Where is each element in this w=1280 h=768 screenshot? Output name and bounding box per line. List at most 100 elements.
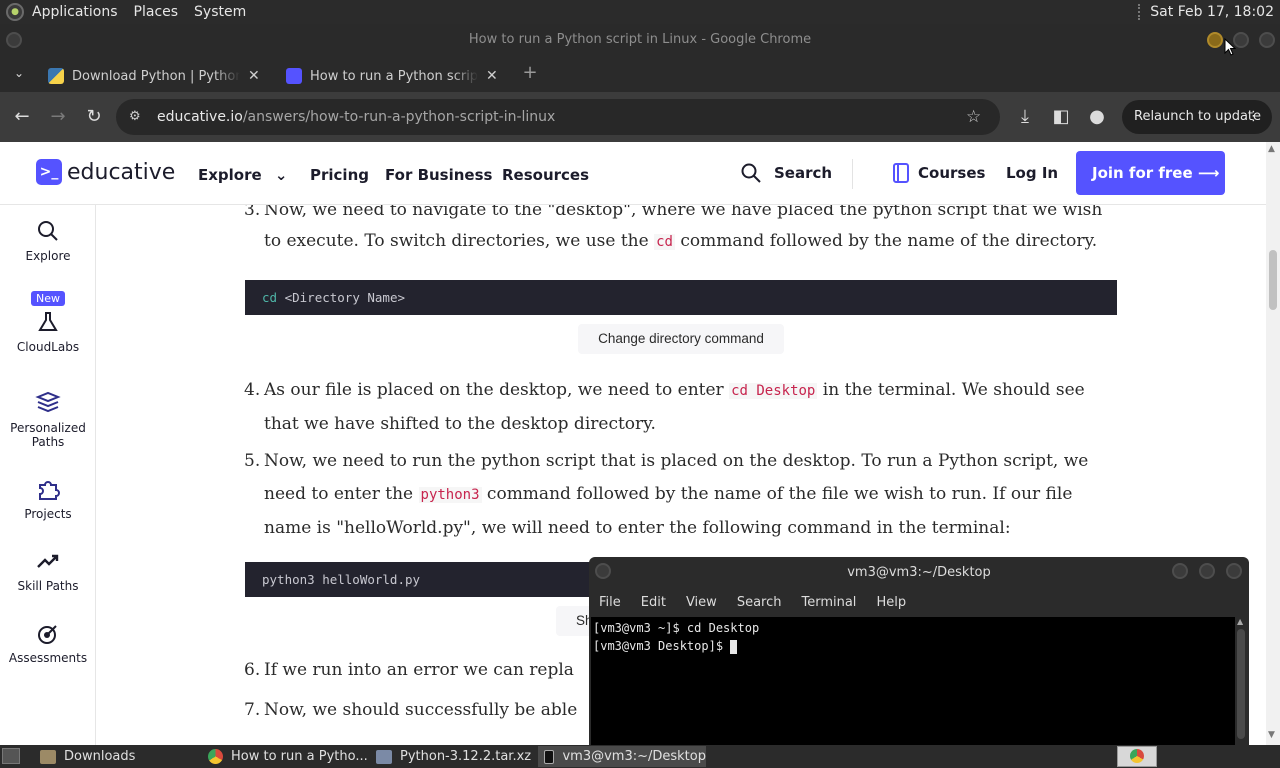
step-number: 5.: [244, 451, 261, 471]
educative-logo[interactable]: >_ educative: [36, 159, 175, 185]
tab-search-chevron-icon[interactable]: ⌄: [8, 62, 30, 84]
search-icon: [741, 163, 761, 183]
rail-personalized-paths[interactable]: Personalized Paths: [0, 391, 96, 449]
terminal-menu-edit[interactable]: Edit: [631, 595, 676, 610]
address-bar[interactable]: ⚙ educative.io/answers/how-to-run-a-pyth…: [116, 99, 1000, 135]
step-number: 3.: [244, 205, 261, 220]
search-icon: [35, 219, 61, 245]
chevron-down-icon: ⌄: [274, 166, 288, 184]
tab-python-download[interactable]: Download Python | Python.org ✕: [38, 60, 270, 92]
taskbar-downloads[interactable]: Downloads: [34, 746, 198, 767]
terminal-scrollbar[interactable]: ▲: [1235, 617, 1247, 745]
nav-pricing[interactable]: Pricing: [310, 166, 369, 184]
code-block-cd[interactable]: cd <Directory Name>: [245, 280, 1117, 315]
terminal-scrollbar-thumb[interactable]: [1237, 629, 1245, 739]
bookmark-star-icon[interactable]: ☆: [966, 99, 981, 135]
rail-projects-label: Projects: [24, 507, 72, 521]
step-number: 4.: [244, 380, 261, 400]
taskbar-label: Downloads: [64, 749, 136, 764]
taskbar-label: vm3@vm3:~/Desktop: [562, 749, 706, 764]
join-for-free-button[interactable]: Join for free ⟶: [1076, 151, 1225, 195]
rail-assessments[interactable]: Assessments: [0, 621, 96, 665]
terminal-minimize-button[interactable]: [1172, 563, 1188, 579]
applications-menu[interactable]: Applications: [24, 0, 126, 24]
chrome-title-bar: How to run a Python script in Linux - Go…: [0, 24, 1280, 56]
terminal-cursor: [730, 639, 738, 654]
courses-label: Courses: [918, 164, 986, 182]
step-text: command followed by the name of the dire…: [674, 231, 1098, 251]
scroll-up-arrow-icon[interactable]: ▲: [1268, 144, 1275, 154]
step-number: 6.: [244, 660, 261, 680]
tab-educative[interactable]: How to run a Python script in Linux ✕: [276, 60, 512, 92]
rail-assessments-label: Assessments: [8, 651, 88, 665]
new-badge: New: [31, 291, 65, 306]
close-tab-icon[interactable]: ✕: [486, 68, 498, 84]
back-arrow-icon[interactable]: ←: [11, 106, 33, 128]
terminal-close-button[interactable]: [1226, 563, 1242, 579]
brand-name: educative: [67, 159, 176, 185]
rail-cloudlabs[interactable]: New CloudLabs: [0, 291, 96, 354]
terminal-window[interactable]: vm3@vm3:~/Desktop File Edit View Search …: [589, 557, 1249, 745]
profile-icon[interactable]: ●: [1086, 106, 1108, 128]
nav-for-business[interactable]: For Business: [385, 166, 492, 184]
rail-explore[interactable]: Explore: [0, 219, 96, 263]
taskbar-archive[interactable]: Python-3.12.2.tar.xz: [370, 746, 536, 767]
browser-toolbar: ← → ↻ ⚙ educative.io/answers/how-to-run-…: [0, 92, 1280, 142]
courses-button[interactable]: Courses: [892, 162, 985, 184]
code-text: <Directory Name>: [277, 290, 405, 305]
site-info-icon[interactable]: ⚙: [129, 99, 141, 135]
rail-personalized-label-1: Personalized: [10, 421, 86, 435]
nav-explore[interactable]: Explore ⌄: [198, 166, 288, 184]
header-divider: [852, 159, 853, 189]
scrollbar-thumb[interactable]: [1269, 250, 1277, 310]
step-5: 5. Now, we need to run the python script…: [244, 445, 1104, 545]
scroll-down-arrow-icon[interactable]: ▼: [1268, 730, 1275, 740]
terminal-maximize-button[interactable]: [1199, 563, 1215, 579]
terminal-menu-search[interactable]: Search: [727, 595, 792, 610]
places-menu[interactable]: Places: [126, 0, 187, 24]
workspace-switcher[interactable]: [1117, 746, 1157, 767]
terminal-menu-file[interactable]: File: [589, 595, 631, 610]
rail-projects[interactable]: Projects: [0, 477, 96, 521]
system-menu[interactable]: System: [186, 0, 254, 24]
nav-explore-label: Explore: [198, 166, 262, 184]
taskbar-chrome[interactable]: How to run a Pytho...: [202, 746, 368, 767]
side-panel-icon[interactable]: ◧: [1050, 106, 1072, 128]
terminal-menu-help[interactable]: Help: [866, 595, 916, 610]
close-window-button[interactable]: [1259, 32, 1275, 48]
window-title: How to run a Python script in Linux - Go…: [468, 32, 812, 47]
educative-logo-icon: >_: [36, 159, 62, 185]
downloads-icon[interactable]: ⤓: [1014, 106, 1036, 128]
taskbar-label: Python-3.12.2.tar.xz: [400, 749, 532, 764]
close-tab-icon[interactable]: ✕: [248, 68, 260, 84]
new-tab-plus-icon[interactable]: +: [519, 62, 541, 84]
terminal-icon: [544, 749, 555, 764]
rail-skill-paths[interactable]: Skill Paths: [0, 549, 96, 593]
terminal-output[interactable]: [vm3@vm3 ~]$ cd Desktop [vm3@vm3 Desktop…: [591, 617, 1235, 745]
terminal-menu-terminal[interactable]: Terminal: [791, 595, 866, 610]
step-4: 4. As our file is placed on the desktop,…: [244, 374, 1104, 441]
terminal-scroll-up-icon[interactable]: ▲: [1237, 617, 1243, 626]
panel-clock[interactable]: Sat Feb 17, 18:02: [1150, 4, 1280, 20]
terminal-menu-button[interactable]: [595, 563, 611, 579]
taskbar-terminal[interactable]: vm3@vm3:~/Desktop: [538, 746, 706, 767]
relaunch-button[interactable]: Relaunch to update ⋮: [1122, 100, 1272, 134]
reload-icon[interactable]: ↻: [83, 106, 105, 128]
puzzle-icon: [35, 477, 61, 503]
terminal-menubar: File Edit View Search Terminal Help: [589, 589, 1249, 615]
search-button[interactable]: Search: [740, 162, 832, 184]
window-menu-button[interactable]: [6, 32, 22, 48]
login-link[interactable]: Log In: [1006, 164, 1058, 182]
nav-resources[interactable]: Resources: [502, 166, 589, 184]
gnome-logo-icon[interactable]: ●: [6, 3, 24, 21]
terminal-menu-view[interactable]: View: [676, 595, 727, 610]
terminal-title: vm3@vm3:~/Desktop: [847, 565, 991, 580]
page-scrollbar[interactable]: ▲ ▼: [1266, 142, 1280, 745]
terminal-title-bar[interactable]: vm3@vm3:~/Desktop: [589, 557, 1249, 589]
step-text: If we run into an error we can repla: [264, 660, 574, 680]
kebab-menu-icon[interactable]: ⋮: [1247, 100, 1260, 134]
forward-arrow-icon[interactable]: →: [47, 106, 69, 128]
minimize-button[interactable]: [1207, 32, 1223, 48]
step-text: As our file is placed on the desktop, we…: [264, 380, 730, 400]
show-desktop-icon[interactable]: [2, 748, 20, 764]
